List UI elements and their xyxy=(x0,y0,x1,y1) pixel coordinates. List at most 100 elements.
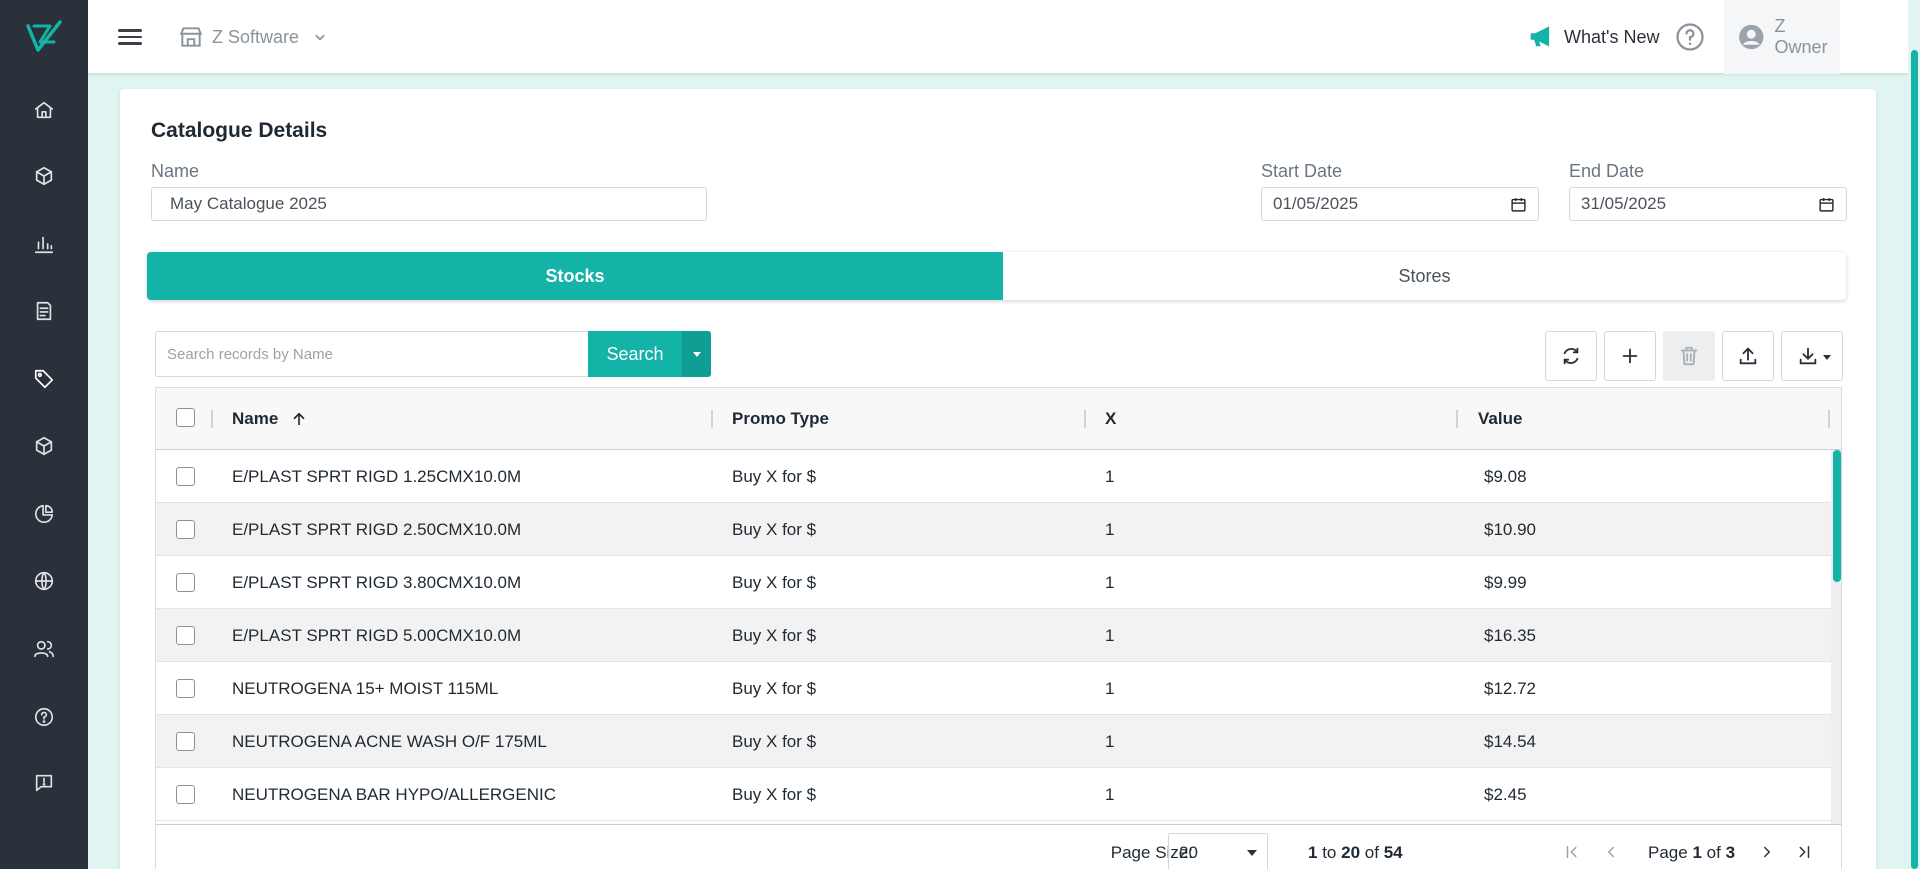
column-separator[interactable] xyxy=(1828,410,1830,428)
column-separator[interactable] xyxy=(1456,410,1458,428)
user-menu[interactable]: Z Owner xyxy=(1724,0,1840,74)
row-checkbox[interactable] xyxy=(176,573,195,592)
cell-x: 1 xyxy=(1105,572,1115,592)
page-size-select[interactable]: 20 xyxy=(1168,833,1268,869)
start-date-input[interactable]: 01/05/2025 xyxy=(1261,187,1539,221)
sidebar-item-online[interactable] xyxy=(28,565,60,597)
delete-button[interactable] xyxy=(1663,331,1715,381)
sidebar-item-products[interactable] xyxy=(28,160,60,192)
column-separator[interactable] xyxy=(211,410,213,428)
table-scrollbar[interactable] xyxy=(1831,450,1841,824)
sort-ascending-icon xyxy=(293,412,305,425)
table-row[interactable]: E/PLAST SPRT RIGD 5.00CMX10.0M Buy X for… xyxy=(156,609,1831,662)
logo-icon[interactable] xyxy=(24,16,64,56)
table-row[interactable]: E/PLAST SPRT RIGD 2.50CMX10.0M Buy X for… xyxy=(156,503,1831,556)
search-button[interactable]: Search xyxy=(588,331,682,377)
sidebar xyxy=(0,0,88,869)
sidebar-item-home[interactable] xyxy=(28,94,60,126)
plus-icon xyxy=(1622,348,1638,364)
cell-x: 1 xyxy=(1105,731,1115,751)
row-checkbox[interactable] xyxy=(176,520,195,539)
table-row[interactable]: NEUTROGENA ACNE WASH O/F 175ML Buy X for… xyxy=(156,715,1831,768)
sidebar-item-inventory[interactable] xyxy=(28,430,60,462)
globe-icon xyxy=(34,571,54,591)
select-all-checkbox[interactable] xyxy=(176,408,195,427)
pie-chart-icon xyxy=(34,504,54,524)
sidebar-item-users[interactable] xyxy=(28,633,60,665)
tab-stores[interactable]: Stores xyxy=(1003,252,1846,300)
store-switcher[interactable]: Z Software xyxy=(178,22,327,52)
column-header-x[interactable]: X xyxy=(1105,388,1116,450)
sidebar-item-feedback[interactable] xyxy=(28,767,60,799)
cell-value: $10.90 xyxy=(1484,519,1536,539)
sidebar-item-documents[interactable] xyxy=(28,295,60,327)
page-scrollbar[interactable] xyxy=(1908,0,1920,869)
name-label: Name xyxy=(151,161,200,181)
table-row[interactable]: NEUTROGENA 15+ MOIST 115ML Buy X for $ 1… xyxy=(156,662,1831,715)
caret-down-icon xyxy=(1823,355,1831,360)
column-separator[interactable] xyxy=(1084,410,1086,428)
row-checkbox[interactable] xyxy=(176,626,195,645)
table-row[interactable]: E/PLAST SPRT RIGD 1.25CMX10.0M Buy X for… xyxy=(156,450,1831,503)
end-date-value: 31/05/2025 xyxy=(1581,194,1667,213)
calendar-icon[interactable] xyxy=(1818,196,1835,213)
end-date-input[interactable]: 31/05/2025 xyxy=(1569,187,1847,221)
row-count-summary: 1 to 20 of 54 xyxy=(1308,843,1403,862)
next-page-button[interactable] xyxy=(1756,841,1778,863)
page-title: Catalogue Details xyxy=(151,119,328,142)
menu-icon xyxy=(118,29,142,32)
start-date-label: Start Date xyxy=(1261,161,1343,181)
upload-button[interactable] xyxy=(1722,331,1774,381)
download-menu-button[interactable] xyxy=(1781,331,1843,381)
chevron-down-icon xyxy=(315,34,325,41)
users-icon xyxy=(34,640,54,658)
cell-name: E/PLAST SPRT RIGD 1.25CMX10.0M xyxy=(232,466,522,486)
box-icon xyxy=(35,436,53,456)
add-button[interactable] xyxy=(1604,331,1656,381)
first-page-button[interactable] xyxy=(1561,841,1583,863)
tab-stocks[interactable]: Stocks xyxy=(147,252,1003,300)
column-header-promo-type[interactable]: Promo Type xyxy=(732,388,829,450)
cell-promo-type: Buy X for $ xyxy=(732,466,817,486)
menu-toggle-button[interactable] xyxy=(118,25,144,49)
refresh-icon xyxy=(1563,347,1579,365)
column-separator[interactable] xyxy=(711,410,713,428)
tag-icon xyxy=(34,369,54,389)
home-icon xyxy=(34,101,54,119)
row-checkbox[interactable] xyxy=(176,785,195,804)
row-checkbox[interactable] xyxy=(176,467,195,486)
row-checkbox[interactable] xyxy=(176,732,195,751)
cell-promo-type: Buy X for $ xyxy=(732,784,817,804)
sidebar-item-promotions[interactable] xyxy=(28,363,60,395)
sidebar-item-reports[interactable] xyxy=(28,228,60,260)
help-icon[interactable] xyxy=(1675,22,1705,52)
store-name: Z Software xyxy=(212,26,300,47)
previous-page-button[interactable] xyxy=(1600,841,1622,863)
table-row[interactable]: NEUTROGENA BAR HYPO/ALLERGENIC Buy X for… xyxy=(156,768,1831,821)
search-options-dropdown[interactable] xyxy=(682,331,711,377)
row-checkbox[interactable] xyxy=(176,679,195,698)
stocks-table: Name Promo Type X Value E/PLAST SPRT RIG… xyxy=(155,387,1842,869)
cell-name: E/PLAST SPRT RIGD 3.80CMX10.0M xyxy=(232,572,522,592)
chevron-right-icon xyxy=(1764,846,1770,858)
table-row[interactable]: E/PLAST SPRT RIGD 3.80CMX10.0M Buy X for… xyxy=(156,556,1831,609)
store-icon xyxy=(179,27,203,47)
column-header-name[interactable]: Name xyxy=(232,388,308,450)
refresh-button[interactable] xyxy=(1545,331,1597,381)
cell-x: 1 xyxy=(1105,625,1115,645)
name-input[interactable]: May Catalogue 2025 xyxy=(151,187,707,221)
whats-new-label: What's New xyxy=(1564,26,1660,47)
start-date-value: 01/05/2025 xyxy=(1273,194,1359,213)
first-page-icon xyxy=(1566,846,1577,858)
last-page-icon xyxy=(1799,846,1810,858)
sidebar-item-analytics[interactable] xyxy=(28,498,60,530)
whats-new-link[interactable]: What's New xyxy=(1528,22,1659,52)
calendar-icon[interactable] xyxy=(1510,196,1527,213)
last-page-button[interactable] xyxy=(1793,841,1815,863)
cell-x: 1 xyxy=(1105,519,1115,539)
cell-promo-type: Buy X for $ xyxy=(732,572,817,592)
cell-name: NEUTROGENA 15+ MOIST 115ML xyxy=(232,678,499,698)
search-input[interactable]: Search records by Name xyxy=(155,331,589,377)
sidebar-item-help[interactable] xyxy=(28,701,60,733)
column-header-value[interactable]: Value xyxy=(1478,388,1522,450)
